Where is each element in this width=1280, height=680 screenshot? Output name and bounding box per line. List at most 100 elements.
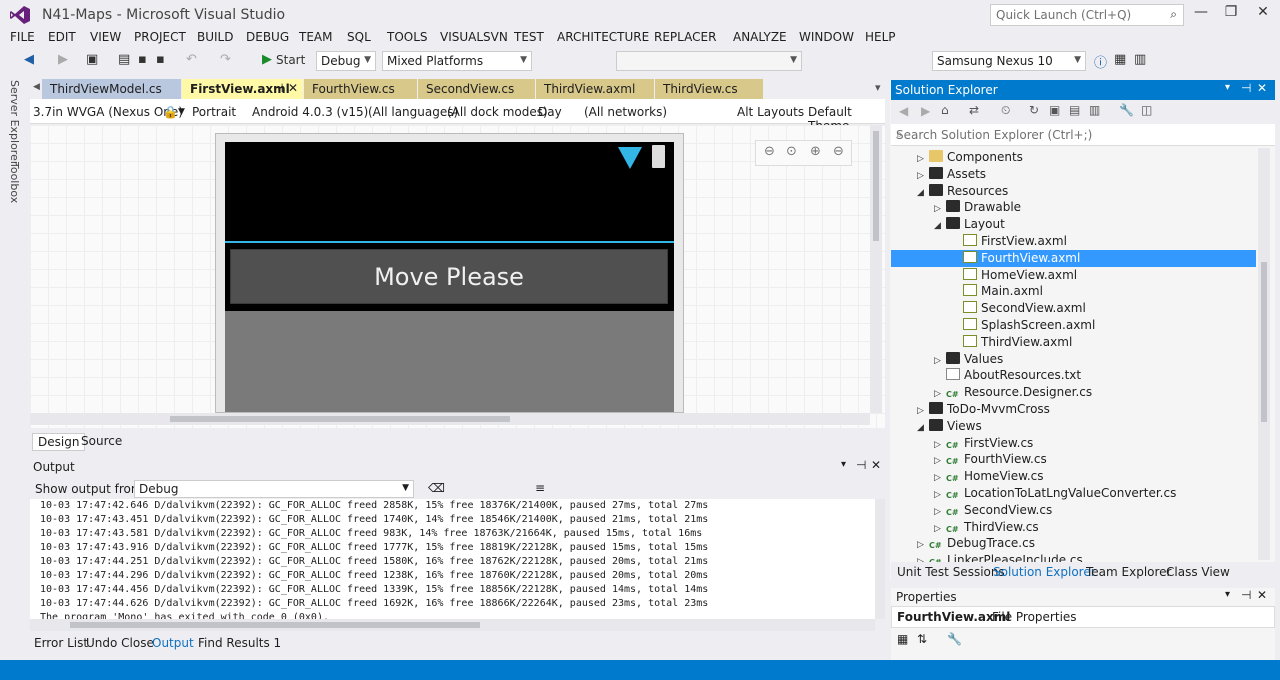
tab-overflow-icon[interactable]: ▾ — [875, 81, 881, 94]
menu-tools[interactable]: TOOLS — [387, 30, 428, 44]
dropdown-icon[interactable]: ▾ — [841, 459, 846, 470]
output-hscrollbar[interactable] — [30, 619, 875, 631]
properties-object-select[interactable]: FourthView.axml File Properties — [891, 606, 1275, 628]
canvas-scrollbar[interactable] — [870, 125, 882, 413]
back-icon[interactable]: ◀ — [24, 52, 34, 67]
api-config[interactable]: Android 4.0.3 (v15) — [252, 105, 368, 119]
menu-window[interactable]: WINDOW — [799, 30, 854, 44]
menu-replacer[interactable]: REPLACER — [654, 30, 716, 44]
output-source-select[interactable]: Debug ▼ — [134, 480, 414, 498]
tab-error-list[interactable]: Error List — [34, 636, 88, 650]
device-config[interactable]: 3.7in WVGA (Nexus One) — [33, 105, 183, 119]
menu-team[interactable]: TEAM — [299, 30, 332, 44]
tab-secondview-cs[interactable]: SecondView.cs — [418, 79, 535, 99]
collapse-all-icon[interactable]: ▣ — [1049, 103, 1060, 117]
menu-test[interactable]: TEST — [514, 30, 544, 44]
property-pages-icon[interactable]: 🔧 — [947, 632, 962, 646]
dock-config[interactable]: (All dock modes) — [447, 105, 548, 119]
menu-sql[interactable]: SQL — [347, 30, 371, 44]
empty-select[interactable]: ▼ — [616, 51, 802, 71]
word-wrap-icon[interactable]: ≡ — [535, 481, 545, 495]
device-select[interactable]: Samsung Nexus 10 ▼ — [932, 51, 1086, 71]
sdk-manager-icon[interactable]: ▥ — [1134, 52, 1146, 67]
solution-search-input[interactable]: Search Solution Explorer (Ctrl+;) ⌕ — [891, 124, 1275, 146]
toolbox-tab[interactable]: Toolbox — [8, 162, 21, 203]
tree-item[interactable]: ▷ C# SecondView.cs — [891, 502, 1256, 519]
tree-item[interactable]: ▷ ToDo-MvvmCross — [891, 401, 1256, 418]
close-button[interactable]: ✕ — [1250, 4, 1276, 24]
home-icon[interactable]: ⌂ — [941, 103, 949, 117]
tree-item[interactable]: SecondView.axml — [891, 300, 1256, 317]
scroll-left-icon[interactable]: ◀ — [33, 82, 40, 92]
zoom-fit-icon[interactable]: ⊖ — [764, 144, 775, 159]
networks-config[interactable]: (All networks) — [584, 105, 667, 119]
save-icon[interactable]: ▪ — [138, 52, 147, 67]
menu-build[interactable]: BUILD — [197, 30, 233, 44]
menu-architecture[interactable]: ARCHITECTURE — [557, 30, 649, 44]
dropdown-icon[interactable]: ▾ — [1225, 82, 1230, 93]
tree-item[interactable]: ▷ Assets — [891, 166, 1256, 183]
tree-item[interactable]: ◢ Layout — [891, 216, 1256, 233]
refresh-icon[interactable]: ↻ — [1029, 103, 1039, 117]
tree-item[interactable]: FourthView.axml — [891, 249, 1256, 267]
history-icon[interactable]: ⏲ — [1001, 103, 1010, 118]
tab-firstview-axml[interactable]: FirstView.axml ⊣ ✕ — [182, 79, 303, 99]
tree-item[interactable]: ▷ C# LocationToLatLngValueConverter.cs — [891, 485, 1256, 502]
tab-output[interactable]: Output — [152, 636, 194, 650]
tab-thirdviewmodel[interactable]: ThirdViewModel.cs — [42, 79, 181, 99]
start-button[interactable]: Start — [276, 53, 305, 67]
pin-icon[interactable]: ⊣ — [1241, 588, 1251, 602]
tree-item[interactable]: ▷ C# Resource.Designer.cs — [891, 384, 1256, 401]
tree-item[interactable]: ▷ C# HomeView.cs — [891, 468, 1256, 485]
zoom-in-icon[interactable]: ⊕ — [810, 144, 821, 159]
close-icon[interactable]: ✕ — [1257, 588, 1267, 602]
chevron-down-icon[interactable]: ▼ — [178, 107, 185, 117]
zoom-actual-icon[interactable]: ⊙ — [786, 144, 797, 159]
move-please-button[interactable]: Move Please — [230, 249, 668, 304]
open-file-icon[interactable]: ▤ — [118, 52, 130, 67]
pin-icon[interactable]: ⊣ — [273, 81, 283, 95]
menu-help[interactable]: HELP — [865, 30, 896, 44]
close-icon[interactable]: ✕ — [871, 458, 881, 472]
tab-source[interactable]: Source — [76, 433, 127, 451]
alt-layouts-button[interactable]: Alt Layouts — [737, 105, 804, 119]
tab-team-explorer[interactable]: Team Explorer — [1086, 565, 1172, 579]
quick-launch-input[interactable]: Quick Launch (Ctrl+Q) ⌕ — [990, 4, 1184, 26]
tree-item[interactable]: ThirdView.axml — [891, 334, 1256, 351]
preview-icon[interactable]: ◫ — [1141, 103, 1152, 117]
tab-class-view[interactable]: Class View — [1166, 565, 1230, 579]
minimize-button[interactable]: — — [1188, 4, 1214, 24]
close-tab-icon[interactable]: ✕ — [288, 81, 298, 95]
tree-item[interactable]: ▷C# LinkerPleaseInclude.cs — [891, 552, 1256, 562]
tree-item[interactable]: FirstView.axml — [891, 233, 1256, 250]
tree-item[interactable]: ▷ C# FirstView.cs — [891, 435, 1256, 452]
tab-thirdview-cs[interactable]: ThirdView.cs — [655, 79, 763, 99]
clear-all-icon[interactable]: ⌫ — [428, 481, 445, 495]
menu-edit[interactable]: EDIT — [48, 30, 76, 44]
languages-config[interactable]: (All languages) — [368, 105, 458, 119]
sync-icon[interactable]: ⇄ — [969, 103, 979, 117]
device-manager-icon[interactable]: ▦ — [1114, 52, 1126, 67]
close-icon[interactable]: ✕ — [1257, 81, 1267, 95]
tree-item[interactable]: ▷ C# FourthView.cs — [891, 451, 1256, 468]
menu-file[interactable]: FILE — [10, 30, 35, 44]
day-config[interactable]: Day — [538, 105, 562, 119]
wrench-icon[interactable]: 🔧 — [1119, 103, 1134, 117]
new-project-icon[interactable]: ▣ — [86, 52, 98, 67]
categorized-icon[interactable]: ▦ — [897, 632, 908, 646]
output-scrollbar[interactable] — [875, 499, 885, 619]
canvas-hscrollbar[interactable] — [30, 413, 870, 425]
lock-icon[interactable]: 🔒 — [163, 105, 178, 119]
tree-item[interactable]: HomeView.axml — [891, 267, 1256, 284]
menu-visualsvn[interactable]: VISUALSVN — [440, 30, 508, 44]
tab-thirdview-axml[interactable]: ThirdView.axml — [536, 79, 654, 99]
tab-find-results[interactable]: Find Results 1 — [198, 636, 281, 650]
tree-item[interactable]: ◢ Views — [891, 418, 1256, 435]
dropdown-icon[interactable]: ▾ — [1225, 589, 1230, 600]
save-all-icon[interactable]: ▪ — [156, 52, 165, 67]
tree-item[interactable]: SplashScreen.axml — [891, 317, 1256, 334]
undo-icon[interactable]: ↶ — [186, 52, 197, 67]
tree-item[interactable]: ▷ C# DebugTrace.cs — [891, 535, 1256, 552]
pin-icon[interactable]: ⊣ — [856, 458, 866, 472]
forward-icon[interactable]: ▶ — [921, 104, 930, 118]
